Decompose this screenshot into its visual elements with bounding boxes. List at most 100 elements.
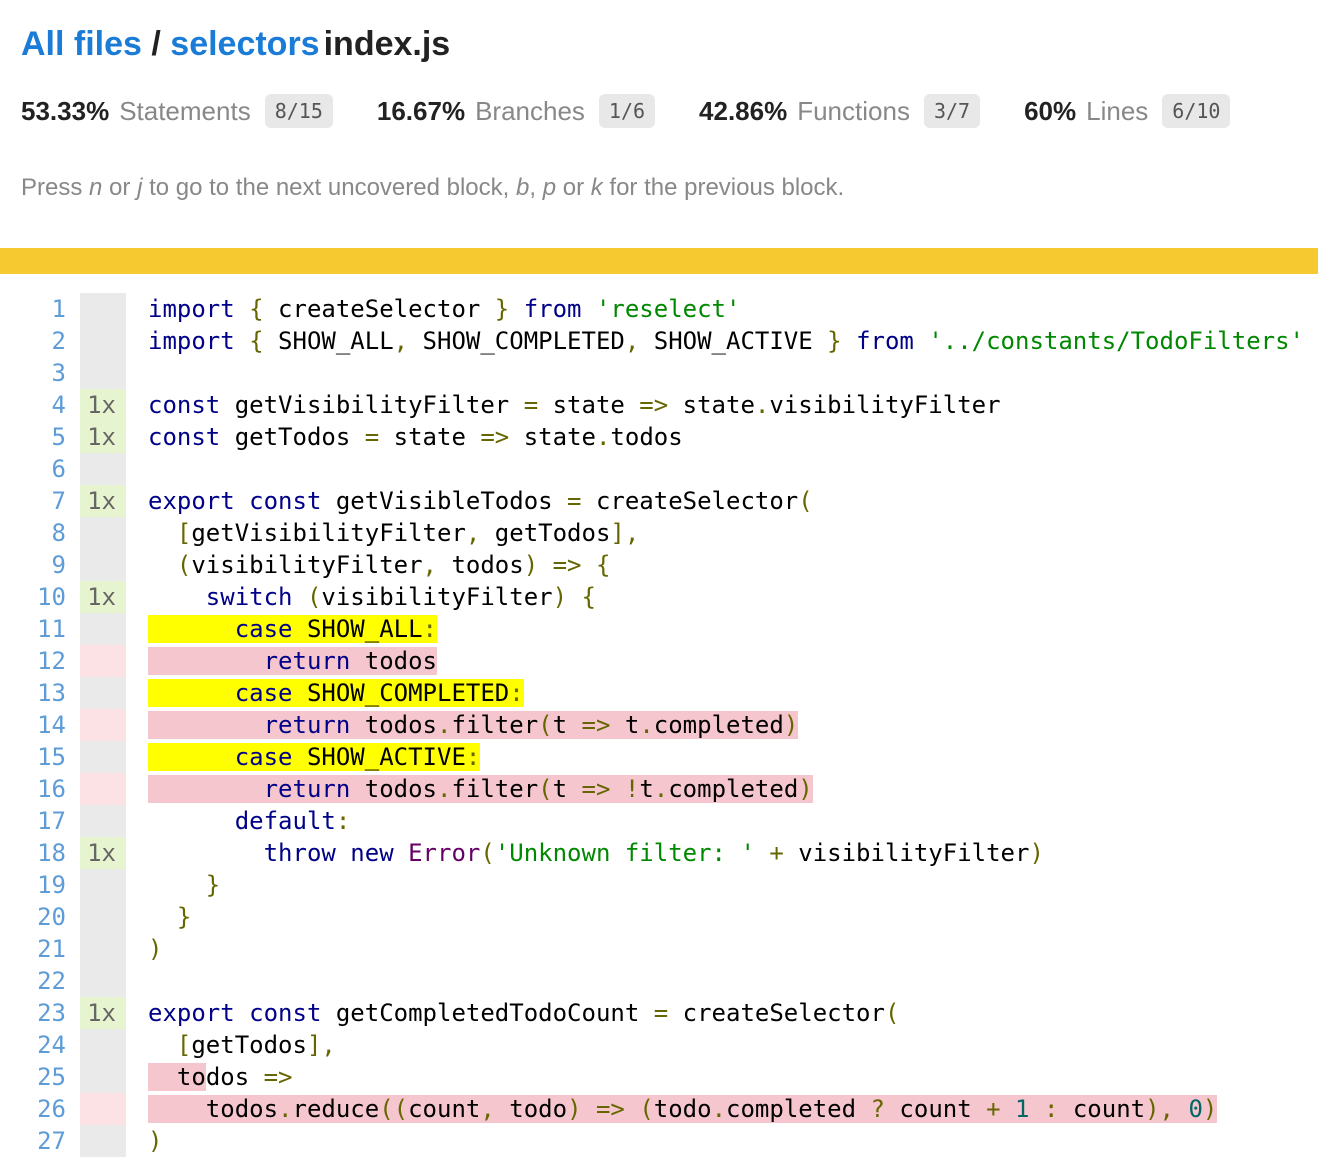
line-number: 16 [0, 773, 72, 805]
coverage-count [80, 901, 126, 933]
code-token: 'reselect' [596, 295, 741, 323]
uncovered-statement-token [148, 1095, 206, 1123]
code-token: { [582, 583, 596, 611]
uncovered-statement-token: ), [1145, 1095, 1174, 1123]
code-token: state [509, 423, 596, 451]
uncovered-statement-token: completed [726, 1095, 871, 1123]
coverage-count [80, 1093, 126, 1125]
stat-statements-percent: 53.33% [21, 96, 109, 127]
uncovered-branch-token: case [235, 743, 293, 771]
code-token [148, 871, 206, 899]
code-line: 19 } [0, 869, 1318, 901]
breadcrumb-separator: / [142, 25, 170, 63]
uncovered-statement-token: . [654, 775, 668, 803]
breadcrumb-link-folder[interactable]: selectors [170, 25, 319, 63]
line-number: 3 [0, 357, 72, 389]
code-line: 2import { SHOW_ALL, SHOW_COMPLETED, SHOW… [0, 325, 1318, 357]
code-text: todos.reduce((count, todo) => (todo.comp… [148, 1093, 1217, 1125]
coverage-count [80, 741, 126, 773]
code-line: 1 import { createSelector } from 'reselec… [0, 293, 1318, 325]
line-number: 15 [0, 741, 72, 773]
uncovered-branch-token: SHOW_COMPLETED [293, 679, 510, 707]
uncovered-statement-token: filter [451, 711, 538, 739]
coverage-count [80, 1029, 126, 1061]
uncovered-branch-token [148, 679, 235, 707]
code-line: 20 } [0, 901, 1318, 933]
stat-lines-fraction-badge: 6/10 [1162, 94, 1230, 128]
code-text: import { createSelector } from 'reselect… [148, 293, 740, 325]
uncovered-statement-token [1174, 1095, 1188, 1123]
uncovered-statement-token: 1 [1015, 1095, 1029, 1123]
code-token: createSelector [264, 295, 495, 323]
code-line: 27) [0, 1125, 1318, 1157]
uncovered-statement-token: : [1044, 1095, 1058, 1123]
uncovered-statement-token: ! [625, 775, 639, 803]
coverage-count [80, 517, 126, 549]
code-token: Error [408, 839, 480, 867]
code-line: 71xexport const getVisibleTodos = create… [0, 485, 1318, 517]
code-text: throw new Error('Unknown filter: ' + vis… [148, 837, 1044, 869]
line-number: 1 [0, 293, 72, 325]
uncovered-statement-token: todos [206, 1095, 278, 1123]
code-line: 41xconst getVisibilityFilter = state => … [0, 389, 1318, 421]
code-token: } [206, 871, 220, 899]
line-number: 8 [0, 517, 72, 549]
code-token [914, 327, 928, 355]
breadcrumb-link-all-files[interactable]: All files [21, 25, 142, 63]
code-token: getTodos [220, 423, 365, 451]
code-line: 181x throw new Error('Unknown filter: ' … [0, 837, 1318, 869]
code-token: + [769, 839, 783, 867]
code-token: visibilityFilter [191, 551, 422, 579]
code-line: 231xexport const getCompletedTodoCount =… [0, 997, 1318, 1029]
line-number: 10 [0, 581, 72, 613]
code-token: ( [885, 999, 899, 1027]
code-text: switch (visibilityFilter) { [148, 581, 596, 613]
uncovered-statement-token: todo [495, 1095, 567, 1123]
code-line: 22 [0, 965, 1318, 997]
code-token: . [755, 391, 769, 419]
code-token: getVisibilityFilter [220, 391, 523, 419]
uncovered-statement-token: ) [784, 711, 798, 739]
uncovered-statement-token: todos [350, 647, 437, 675]
stat-branches-percent: 16.67% [377, 96, 465, 127]
code-token: } [177, 903, 191, 931]
code-token: const [148, 423, 220, 451]
code-token: ( [177, 551, 191, 579]
code-token: getCompletedTodoCount [321, 999, 653, 1027]
uncovered-statement-token: (( [379, 1095, 408, 1123]
uncovered-statement-token: . [278, 1095, 292, 1123]
code-text: return todos [148, 645, 437, 677]
code-token: [ [177, 1031, 191, 1059]
code-token: . [596, 423, 610, 451]
code-text: todos => [148, 1061, 293, 1093]
code-token: ( [307, 583, 321, 611]
uncovered-statement-token: t [553, 711, 582, 739]
code-token: => [480, 423, 509, 451]
line-number: 24 [0, 1029, 72, 1061]
code-token: => [264, 1063, 293, 1091]
coverage-count: 1x [80, 485, 126, 517]
code-token: dos [206, 1063, 264, 1091]
code-token: SHOW_ACTIVE [639, 327, 827, 355]
uncovered-statement-token: ( [639, 1095, 653, 1123]
code-token [394, 839, 408, 867]
uncovered-statement-token: => [582, 711, 611, 739]
code-token: } [495, 295, 509, 323]
code-token: ) [1029, 839, 1043, 867]
hint-text: , [529, 174, 542, 201]
code-token: = [524, 391, 538, 419]
code-token: ], [307, 1031, 336, 1059]
code-token: { [249, 327, 263, 355]
uncovered-statement-token: todos [350, 775, 437, 803]
code-token: visibilityFilter [321, 583, 552, 611]
uncovered-branch-token: case [235, 615, 293, 643]
code-token: switch [206, 583, 293, 611]
code-text: case SHOW_ALL: [148, 613, 437, 645]
uncovered-branch-token: SHOW_ALL [293, 615, 423, 643]
code-token [755, 839, 769, 867]
code-token: state [668, 391, 755, 419]
coverage-count [80, 645, 126, 677]
code-token: = [567, 487, 581, 515]
code-token [148, 583, 206, 611]
hint-text: Press [21, 174, 89, 201]
